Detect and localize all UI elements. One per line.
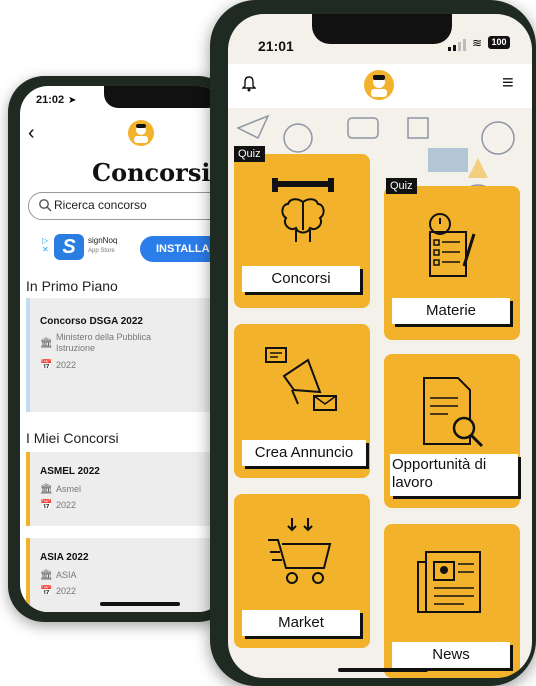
status-time: 21:02: [36, 94, 65, 106]
tile-market[interactable]: Market: [234, 494, 370, 648]
page-title: Concorsi: [92, 158, 211, 187]
tile-opportunita-di-lavoro[interactable]: Opportunità di lavoro: [384, 354, 520, 508]
section-title-miei-concorsi: I Miei Concorsi: [26, 430, 119, 446]
checklist-clipboard-icon: [429, 213, 476, 277]
home-indicator: [100, 602, 180, 606]
ad-brand: signNoq: [88, 236, 118, 245]
home-indicator: [338, 668, 428, 672]
search-icon: [39, 199, 52, 212]
document-search-icon: [423, 377, 484, 448]
megaphone-icon: [265, 347, 337, 411]
notch: [312, 14, 452, 44]
tile-materie[interactable]: Materie: [384, 186, 520, 340]
list-item[interactable]: ASIA 2022 🏛 ASIA 📅 2022: [26, 538, 226, 612]
featured-card[interactable]: Concorso DSGA 2022 🏛 Ministero della Pub…: [26, 298, 226, 412]
card-year: 2022: [56, 586, 77, 596]
tile-label: Market: [242, 610, 360, 636]
ad-store: App Store: [88, 248, 115, 254]
signal-icon: [448, 38, 468, 56]
institution-icon: 🏛: [40, 338, 53, 349]
tile-crea-annuncio[interactable]: Crea Annuncio: [234, 324, 370, 478]
back-phone-screen: 21:02 ➤ ‹ Concorsi Ricerca concorso ▷ ✕ S…: [20, 86, 226, 612]
ad-choices-icon[interactable]: ▷ ✕: [42, 236, 49, 254]
section-title-in-primo-piano: In Primo Piano: [26, 278, 118, 294]
quiz-badge: Quiz: [386, 178, 417, 194]
tile-label: Crea Annuncio: [242, 440, 366, 466]
card-org: Ministero della Pubblica Istruzione: [56, 332, 152, 353]
front-phone-screen: 21:01 ≋ 100 ≡ Concorsi Quiz Materie Quiz…: [228, 14, 532, 678]
card-accent-bar: [26, 452, 30, 526]
card-title: Concorso DSGA 2022: [40, 316, 143, 327]
tile-label: Materie: [392, 298, 510, 324]
newspaper-icon: [417, 551, 481, 613]
card-org: ASIA: [56, 570, 77, 580]
status-time: 21:01: [258, 38, 294, 54]
calendar-icon: 📅: [40, 360, 53, 371]
tile-label: Concorsi: [242, 266, 360, 292]
wifi-icon: ≋: [472, 36, 483, 50]
card-year: 2022: [56, 500, 77, 510]
brain-dumbbell-icon: [272, 178, 334, 242]
cart-icon: [268, 518, 332, 584]
card-accent-bar: [26, 538, 30, 612]
institution-icon: 🏛: [40, 484, 53, 495]
ad-logo: S: [54, 234, 84, 260]
card-title: ASMEL 2022: [40, 466, 100, 477]
location-icon: ➤: [68, 95, 77, 106]
bell-icon[interactable]: [241, 76, 257, 96]
quiz-badge: Quiz: [234, 146, 265, 162]
avatar[interactable]: [128, 120, 154, 146]
notch: [104, 86, 222, 108]
tile-concorsi[interactable]: Concorsi: [234, 154, 370, 308]
tile-news[interactable]: News: [384, 524, 520, 678]
card-accent-bar: [26, 298, 30, 412]
calendar-icon: 📅: [40, 500, 53, 511]
card-org: Asmel: [56, 484, 82, 494]
card-year: 2022: [56, 360, 77, 370]
card-title: ASIA 2022: [40, 552, 89, 563]
institution-icon: 🏛: [40, 570, 53, 581]
back-arrow-icon[interactable]: ‹: [28, 122, 35, 145]
tile-label: Opportunità di lavoro: [390, 454, 518, 496]
menu-icon[interactable]: ≡: [502, 72, 514, 95]
battery-icon: 100: [488, 36, 510, 49]
search-placeholder: Ricerca concorso: [54, 198, 147, 212]
avatar[interactable]: [364, 70, 394, 100]
calendar-icon: 📅: [40, 586, 53, 597]
list-item[interactable]: ASMEL 2022 🏛 Asmel 📅 2022: [26, 452, 226, 526]
tile-label: News: [392, 642, 510, 668]
